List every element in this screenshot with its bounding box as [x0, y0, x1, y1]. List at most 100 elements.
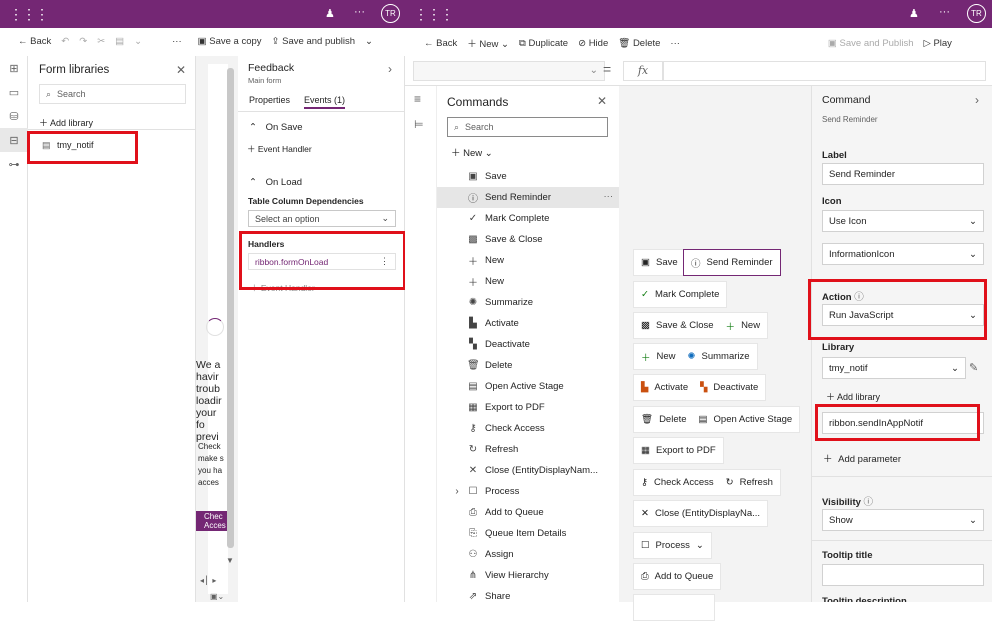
- preview-save-button[interactable]: ▣ Save: [633, 249, 686, 276]
- visibility-select[interactable]: Show ⌄: [822, 509, 984, 531]
- command-item[interactable]: ↻ Refresh: [437, 439, 619, 460]
- preview-delete-button[interactable]: 🗑 Delete ▤ Open Active Stage: [633, 406, 801, 433]
- chevron-right-icon[interactable]: ›: [975, 93, 979, 107]
- copilot-icon[interactable]: ♟: [909, 7, 919, 20]
- command-item[interactable]: ✓ Mark Complete: [437, 208, 619, 229]
- components-icon[interactable]: ⊞: [0, 56, 28, 80]
- duplicate-button[interactable]: ⧉ Duplicate: [519, 38, 568, 49]
- close-icon[interactable]: ✕: [176, 63, 186, 77]
- hamburger-icon[interactable]: ≡: [414, 92, 421, 106]
- add-parameter-button[interactable]: ＋ Add parameter: [823, 451, 901, 465]
- chevron-right-icon[interactable]: ›: [388, 62, 392, 76]
- column-dependencies-select[interactable]: Select an option ⌄: [248, 210, 396, 227]
- avatar[interactable]: TR: [381, 4, 400, 23]
- more-icon[interactable]: ···: [172, 36, 182, 47]
- command-item[interactable]: › ☐ Process: [437, 481, 619, 502]
- command-item[interactable]: ⚇ Assign: [437, 544, 619, 565]
- avatar[interactable]: TR: [967, 4, 986, 23]
- back-button[interactable]: ← Back: [18, 36, 51, 47]
- command-item[interactable]: ＋ New: [437, 271, 619, 292]
- app-launcher-icon[interactable]: ⋮⋮⋮: [9, 6, 49, 23]
- command-item[interactable]: ✕ Close (EntityDisplayNam...: [437, 460, 619, 481]
- command-item[interactable]: ＋ New: [437, 250, 619, 271]
- fx-icon[interactable]: fx: [623, 61, 663, 81]
- preview-send-reminder-button[interactable]: ⓘ Send Reminder: [683, 249, 781, 276]
- preview-more-button[interactable]: [633, 594, 715, 621]
- cut-icon[interactable]: ✂: [97, 36, 105, 47]
- table-columns-icon[interactable]: ▭: [0, 80, 28, 104]
- preview-check-access-button[interactable]: ⚷ Check Access ↻ Refresh: [633, 469, 781, 496]
- label-input[interactable]: Send Reminder: [822, 163, 984, 185]
- command-item[interactable]: ⚷ Check Access: [437, 418, 619, 439]
- more-icon[interactable]: ···: [354, 6, 365, 18]
- preview-mark-complete-button[interactable]: ✓ Mark Complete: [633, 281, 728, 308]
- command-item[interactable]: ▙ Activate: [437, 313, 619, 334]
- tree-view-icon[interactable]: ⊶: [0, 152, 28, 176]
- info-icon[interactable]: ⓘ: [864, 497, 874, 508]
- on-load-header[interactable]: ⌃ On Load: [249, 177, 302, 188]
- hide-button[interactable]: ⊘ Hide: [578, 38, 608, 49]
- more-icon[interactable]: ···: [670, 38, 680, 49]
- add-library-button[interactable]: ＋ Add library: [826, 390, 880, 403]
- preview-export-pdf-button[interactable]: ▦ Export to PDF: [633, 437, 724, 464]
- tooltip-title-input[interactable]: [822, 564, 984, 586]
- add-event-handler-button[interactable]: ＋ Event Handler: [247, 143, 312, 155]
- paste-icon[interactable]: ▤: [115, 36, 124, 47]
- command-item[interactable]: ▩ Save & Close: [437, 229, 619, 250]
- preview-activate-button[interactable]: ▙ Activate ▚ Deactivate: [633, 374, 767, 401]
- on-save-header[interactable]: ⌃ On Save: [249, 122, 303, 133]
- command-item[interactable]: ▚ Deactivate: [437, 334, 619, 355]
- command-item[interactable]: ⎘ Queue Item Details: [437, 523, 619, 544]
- scroll-down-icon[interactable]: ▼: [226, 556, 234, 565]
- new-button[interactable]: ＋ New ⌄: [467, 36, 509, 50]
- preview-close-button[interactable]: ✕ Close (EntityDisplayNa...: [633, 500, 769, 527]
- property-select[interactable]: ⌄: [413, 61, 605, 81]
- command-item-selected[interactable]: ⓘ Send Reminder ···: [437, 187, 619, 208]
- preview-new-button[interactable]: ＋ New ✺ Summarize: [633, 343, 758, 370]
- search-input[interactable]: ⌕ Search: [39, 84, 186, 104]
- device-icon[interactable]: ▣⌄: [210, 592, 224, 601]
- command-item[interactable]: 🗑 Delete: [437, 355, 619, 376]
- form-libraries-icon[interactable]: ⊟: [0, 128, 28, 152]
- delete-button[interactable]: 🗑 Delete: [618, 38, 660, 49]
- database-icon[interactable]: ⛁: [0, 104, 28, 128]
- preview-add-queue-button[interactable]: ⎙ Add to Queue: [633, 563, 722, 590]
- undo-icon[interactable]: ↶: [61, 36, 69, 47]
- back-button[interactable]: ← Back: [424, 38, 457, 49]
- preview-process-button[interactable]: ☐ Process ⌄: [633, 532, 712, 559]
- play-button[interactable]: ▷ Play: [923, 38, 951, 49]
- command-item[interactable]: ⎙ Add to Queue: [437, 502, 619, 523]
- more-icon[interactable]: ···: [939, 6, 950, 18]
- library-select[interactable]: tmy_notif ⌄: [822, 357, 966, 379]
- tab-properties[interactable]: Properties: [249, 95, 290, 105]
- save-publish-button[interactable]: ▣ Save and Publish: [828, 38, 914, 49]
- search-input[interactable]: ⌕ Search: [447, 117, 608, 137]
- save-copy-button[interactable]: ▣ Save a copy: [198, 36, 262, 47]
- command-item[interactable]: ⋔ View Hierarchy: [437, 565, 619, 586]
- icon-select[interactable]: InformationIcon ⌄: [822, 243, 984, 265]
- command-item[interactable]: ✺ Summarize: [437, 292, 619, 313]
- scroll-horizontal-icon[interactable]: ◂ ▏▸: [200, 576, 216, 585]
- new-command-button[interactable]: ＋ New ⌄: [451, 145, 493, 159]
- formula-input[interactable]: [663, 61, 986, 81]
- tree-view-icon[interactable]: ⊨: [414, 118, 424, 131]
- command-item[interactable]: ▣ Save: [437, 166, 619, 187]
- save-publish-button[interactable]: ⇪ Save and publish: [272, 36, 356, 47]
- scrollbar[interactable]: [227, 68, 234, 548]
- chevron-down-icon[interactable]: ⌄: [365, 36, 373, 47]
- app-launcher-icon[interactable]: ⋮⋮⋮: [414, 6, 454, 23]
- check-access-button[interactable]: Chec Acces: [196, 511, 228, 531]
- edit-icon[interactable]: ✎: [969, 361, 978, 374]
- copilot-icon[interactable]: ♟: [325, 7, 335, 20]
- redo-icon[interactable]: ↷: [79, 36, 87, 47]
- icon-mode-select[interactable]: Use Icon ⌄: [822, 210, 984, 232]
- tab-events[interactable]: Events (1): [304, 95, 346, 109]
- more-icon[interactable]: ···: [604, 191, 614, 202]
- close-icon[interactable]: ✕: [597, 94, 607, 108]
- command-item[interactable]: ⇗ Share: [437, 586, 619, 607]
- chevron-down-icon[interactable]: ⌄: [134, 36, 142, 47]
- add-library-button[interactable]: ＋ Add library: [39, 116, 93, 129]
- command-item[interactable]: ▦ Export to PDF: [437, 397, 619, 418]
- preview-save-close-button[interactable]: ▩ Save & Close ＋ New: [633, 312, 769, 339]
- command-item[interactable]: ▤ Open Active Stage: [437, 376, 619, 397]
